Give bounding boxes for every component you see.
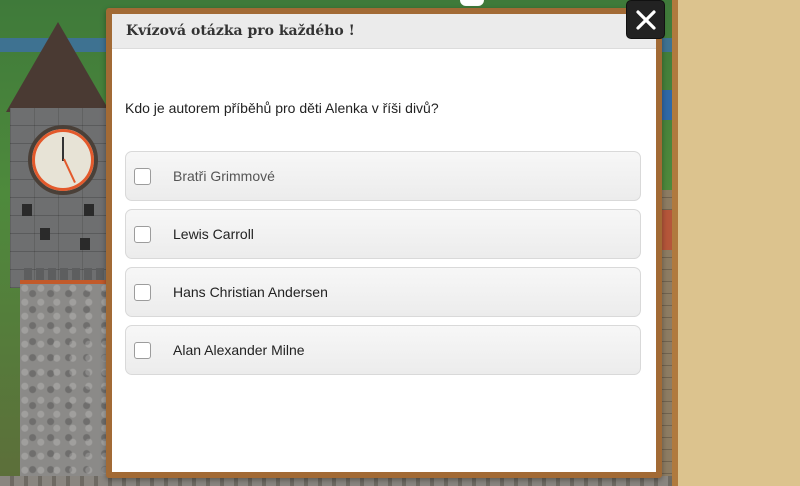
close-icon <box>635 9 656 30</box>
answer-option-1[interactable]: Bratři Grimmové <box>125 151 641 201</box>
answer-label: Alan Alexander Milne <box>173 342 305 358</box>
tower-window <box>84 204 94 216</box>
answer-checkbox[interactable] <box>134 225 151 243</box>
answer-checkbox[interactable] <box>134 283 151 301</box>
tower-window <box>80 238 90 250</box>
scene-highlight <box>460 0 484 6</box>
answer-checkbox[interactable] <box>134 341 151 359</box>
answer-label: Lewis Carroll <box>173 226 254 242</box>
clock-icon <box>28 125 98 195</box>
answer-checkbox[interactable] <box>134 167 151 185</box>
answer-option-3[interactable]: Hans Christian Andersen <box>125 267 641 317</box>
quiz-question: Kdo je autorem příběhů pro děti Alenka v… <box>125 100 439 116</box>
answer-option-2[interactable]: Lewis Carroll <box>125 209 641 259</box>
close-button[interactable] <box>626 0 665 39</box>
tower-roof <box>6 22 110 112</box>
answer-label: Hans Christian Andersen <box>173 284 328 300</box>
quiz-modal-content: Kvízová otázka pro každého ! Kdo je auto… <box>112 14 656 472</box>
modal-title: Kvízová otázka pro každého ! <box>126 23 355 39</box>
tower-base <box>20 280 110 486</box>
modal-header: Kvízová otázka pro každého ! <box>112 14 656 49</box>
tower-window <box>40 228 50 240</box>
tower-window <box>22 204 32 216</box>
answer-option-4[interactable]: Alan Alexander Milne <box>125 325 641 375</box>
answer-label: Bratři Grimmové <box>173 168 275 184</box>
quiz-modal: Kvízová otázka pro každého ! Kdo je auto… <box>106 8 662 478</box>
